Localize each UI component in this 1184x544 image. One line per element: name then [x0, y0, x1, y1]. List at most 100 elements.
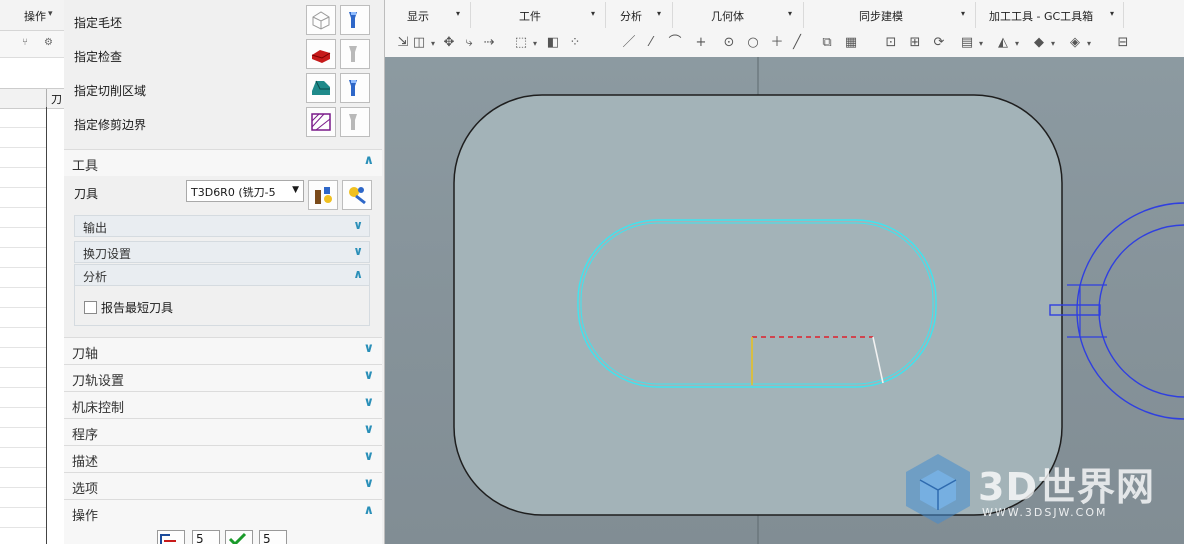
subsection-tool-change[interactable]: 换刀设置 ∨ [74, 241, 370, 263]
table-row[interactable] [0, 267, 46, 268]
crosshair-icon[interactable]: ＋ [769, 35, 785, 51]
chevron-down-icon[interactable]: ∨ [363, 368, 374, 383]
move-icon[interactable]: ✥ [441, 35, 457, 51]
solid-cube-icon[interactable]: ◧ [545, 35, 561, 51]
cross-point-icon[interactable]: + [693, 35, 709, 51]
new-tool-button[interactable] [342, 180, 372, 210]
menu-machining-tools[interactable]: 加工工具 - GC工具箱 [989, 8, 1093, 24]
chevron-down-icon[interactable]: ▾ [1110, 9, 1114, 18]
column-header-tool[interactable]: 刀 [51, 91, 62, 107]
specify-cut-area-button[interactable] [306, 73, 336, 103]
chevron-down-icon[interactable]: ▾ [1049, 36, 1057, 52]
section-path-settings[interactable]: 刀轨设置 ∨ [64, 364, 382, 391]
specify-blank-button[interactable] [306, 5, 336, 35]
specify-trim-boundary-button[interactable] [306, 107, 336, 137]
chevron-down-icon[interactable]: ▾ [788, 9, 792, 18]
display-check-button[interactable] [340, 39, 370, 69]
fork-icon[interactable]: ⑂ [22, 37, 36, 49]
view-icon[interactable]: ⧉ [819, 35, 835, 51]
table-row[interactable] [0, 207, 46, 208]
section-actions[interactable]: 操作 ∧ [64, 499, 382, 544]
slash-line-icon[interactable]: ╱ [789, 35, 805, 51]
chevron-down-icon[interactable]: ∨ [353, 244, 363, 258]
shaded-cube-icon[interactable]: ◆ [1031, 35, 1047, 51]
line-icon[interactable]: ／ [621, 35, 637, 51]
fixture-outer-circle[interactable] [1076, 202, 1184, 420]
table-row[interactable] [0, 427, 46, 428]
line-2-icon[interactable]: ⁄ [643, 35, 659, 51]
subsection-output[interactable]: 输出 ∨ [74, 215, 370, 237]
chevron-down-icon[interactable]: ▾ [657, 9, 661, 18]
table-row[interactable] [0, 127, 46, 128]
table-row[interactable] [0, 247, 46, 248]
tab-operation[interactable]: 操作 ▾ [0, 0, 64, 31]
display-trim-boundary-button[interactable] [340, 107, 370, 137]
edit-tool-button[interactable] [308, 180, 338, 210]
chevron-down-icon[interactable]: ∨ [363, 476, 374, 491]
confirm-button[interactable] [225, 530, 253, 544]
chevron-down-icon[interactable]: ∨ [353, 218, 363, 232]
chevron-down-icon[interactable]: ▾ [429, 36, 437, 52]
refresh-rotate-icon[interactable]: ⟳ [931, 35, 947, 51]
zoom-fit-icon[interactable]: ⊡ [883, 35, 899, 51]
chevron-down-icon[interactable]: ▾ [591, 9, 595, 18]
grid-icon[interactable]: ▦ [843, 35, 859, 51]
display-blank-button[interactable] [340, 5, 370, 35]
table-row[interactable] [0, 387, 46, 388]
generate-button[interactable] [157, 530, 185, 544]
chevron-down-icon[interactable]: ∨ [363, 341, 374, 356]
rectangle-select-icon[interactable]: ⬚ [513, 35, 529, 51]
chevron-down-icon[interactable]: ▾ [977, 36, 985, 52]
chevron-down-icon[interactable]: ▾ [531, 36, 539, 52]
rotate-tool-icon[interactable]: ⤷ [461, 35, 477, 51]
scatter-points-icon[interactable]: ⁘ [567, 35, 583, 51]
section-tool-axis[interactable]: 刀轴 ∨ [64, 337, 382, 364]
chevron-down-icon[interactable]: ∨ [363, 395, 374, 410]
chevron-down-icon[interactable]: ▼ [292, 185, 299, 195]
table-row[interactable] [0, 467, 46, 468]
circle-center-icon[interactable]: ⊙ [721, 35, 737, 51]
menu-analysis[interactable]: 分析 [620, 8, 642, 24]
menu-workpiece[interactable]: 工件 [519, 8, 541, 24]
circle-quadrant-icon[interactable]: ○ [745, 35, 761, 51]
snap-point-icon[interactable]: ◫ [411, 35, 427, 51]
select-filter-icon[interactable]: ⇲ [395, 35, 411, 51]
chevron-down-icon[interactable]: ▾ [1013, 36, 1021, 52]
section-program[interactable]: 程序 ∨ [64, 418, 382, 445]
translate-icon[interactable]: ⇢ [481, 35, 497, 51]
table-row[interactable] [0, 147, 46, 148]
section-options[interactable]: 选项 ∨ [64, 472, 382, 499]
measure-icon[interactable]: ⊟ [1115, 35, 1131, 51]
table-row[interactable] [0, 507, 46, 508]
fixture-inner-circle[interactable] [1098, 224, 1184, 398]
display-cut-area-button[interactable] [340, 73, 370, 103]
chevron-up-icon[interactable]: ∧ [353, 267, 363, 281]
chevron-down-icon[interactable]: ▾ [48, 9, 53, 19]
table-row[interactable] [0, 407, 46, 408]
render-style-icon[interactable]: ◭ [995, 35, 1011, 51]
section-machine-control[interactable]: 机床控制 ∨ [64, 391, 382, 418]
chevron-down-icon[interactable]: ▾ [961, 9, 965, 18]
zoom-window-icon[interactable]: ⊞ [907, 35, 923, 51]
list-button[interactable]: 5 [259, 530, 287, 544]
table-row[interactable] [0, 487, 46, 488]
display-filter-icon[interactable]: ◈ [1067, 35, 1083, 51]
chevron-up-icon[interactable]: ∧ [363, 503, 374, 518]
menu-display[interactable]: 显示 [407, 8, 429, 24]
table-row[interactable] [0, 447, 46, 448]
table-row[interactable] [0, 307, 46, 308]
section-tool-header[interactable]: 工具 ∧ [64, 149, 382, 176]
report-shortest-tool-checkbox[interactable] [84, 301, 97, 314]
arc-icon[interactable]: ⌒ [667, 35, 683, 51]
table-row[interactable] [0, 227, 46, 228]
table-row[interactable] [0, 287, 46, 288]
tool-select[interactable]: T3D6R0 (铣刀-5 ▼ [186, 180, 304, 202]
table-row[interactable] [0, 527, 46, 528]
chevron-down-icon[interactable]: ▾ [1085, 36, 1093, 52]
subsection-analysis-header[interactable]: 分析 ∧ [74, 264, 370, 286]
table-row[interactable] [0, 327, 46, 328]
table-row[interactable] [0, 367, 46, 368]
table-row[interactable] [0, 187, 46, 188]
chevron-down-icon[interactable]: ∨ [363, 422, 374, 437]
menu-geometry[interactable]: 几何体 [711, 8, 744, 24]
